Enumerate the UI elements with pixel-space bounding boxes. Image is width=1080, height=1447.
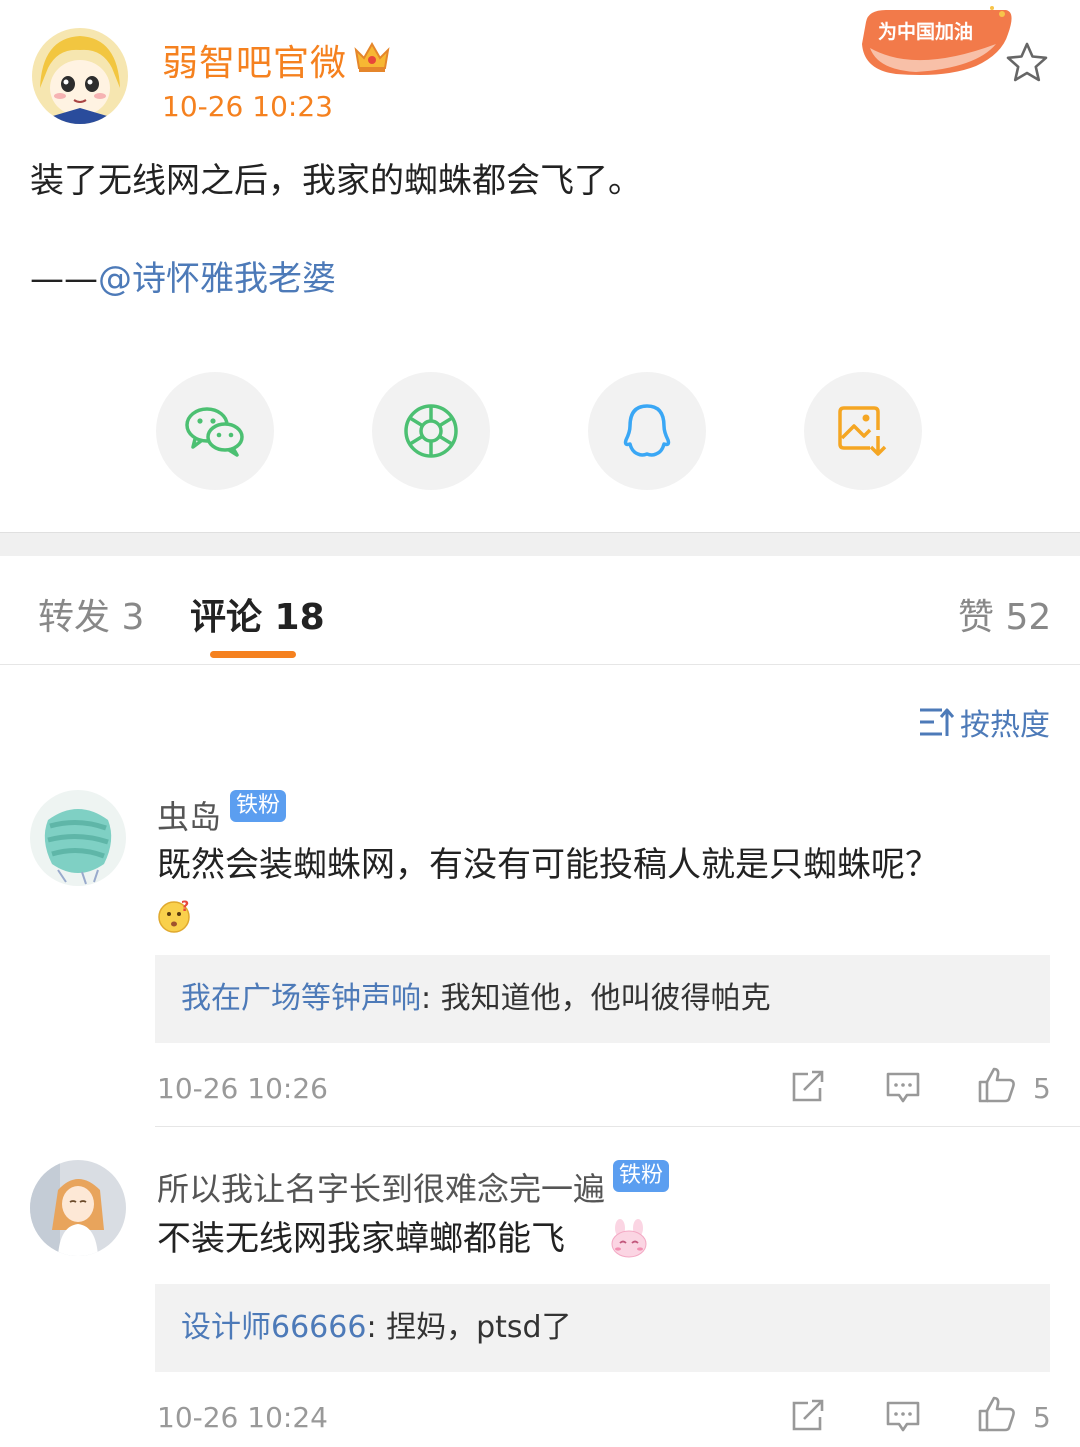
commenter-avatar[interactable] [30,1160,126,1256]
tab-repost[interactable]: 转发 3 [38,588,144,640]
share-moments-button[interactable] [372,372,490,490]
bunny-emoji [608,1218,650,1262]
reply-comment-icon[interactable] [885,1400,921,1438]
share-comment-icon[interactable] [790,1399,826,1437]
share-comment-icon[interactable] [790,1070,826,1108]
sort-label: 按热度 [960,708,1050,743]
commenter-avatar[interactable] [30,790,126,886]
reply-user[interactable]: 我在广场等钟声响 [181,981,421,1016]
comment-time: 10-26 10:24 [157,1401,328,1434]
like-count: 5 [1033,1072,1051,1105]
post-attribution: ——@诗怀雅我老婆 [30,254,336,304]
comment-text: 不装无线网我家蟑螂都能飞 [157,1219,565,1259]
crown-icon [352,38,392,74]
section-divider [0,532,1080,556]
attribution-dash: —— [30,259,98,299]
commenter-name[interactable]: 虫岛 [157,792,221,838]
fan-badge: 铁粉 [613,1160,670,1192]
save-image-icon [838,406,887,456]
favorite-star-icon[interactable] [1004,40,1050,84]
mention-link[interactable]: @诗怀雅我老婆 [98,259,336,299]
share-wechat-button[interactable] [156,372,274,490]
sort-button[interactable]: 按热度 [918,700,1050,744]
svg-text:?: ? [181,899,189,915]
comment-time: 10-26 10:26 [157,1072,328,1105]
sort-icon [920,708,954,736]
thinking-emoji: ? [157,898,193,938]
author-avatar[interactable] [32,28,128,124]
promo-badge-text: 为中国加油 [878,20,973,43]
wechat-icon [185,407,244,457]
author-name[interactable]: 弱智吧官微 [162,34,347,86]
like-comment-icon[interactable] [977,1395,1017,1437]
share-qq-button[interactable] [588,372,706,490]
tab-likes[interactable]: 赞 52 [958,588,1051,640]
reply-comment-icon[interactable] [885,1071,921,1109]
post-text: 装了无线网之后，我家的蜘蛛都会飞了。 [30,161,642,201]
comment-divider [155,1126,1080,1127]
reply-text: : 捏妈，ptsd了 [366,1310,572,1345]
promo-badge[interactable]: 为中国加油 [856,4,1016,80]
post-header: 弱智吧官微 10-26 10:23 为中国加油 [0,0,1080,140]
moments-icon [404,404,458,458]
active-tab-indicator [210,651,296,658]
reply-user[interactable]: 设计师66666 [181,1310,366,1345]
comment-text: 既然会装蜘蛛网，有没有可能投稿人就是只蜘蛛呢？ [157,845,939,885]
tab-comments[interactable]: 评论 18 [190,588,325,640]
fan-badge: 铁粉 [230,790,287,822]
reply-preview[interactable]: 我在广场等钟声响: 我知道他，他叫彼得帕克 [155,955,1050,1043]
post-time: 10-26 10:23 [162,90,333,123]
like-comment-icon[interactable] [977,1066,1017,1108]
reply-text: : 我知道他，他叫彼得帕克 [421,981,771,1016]
qq-icon [623,404,671,457]
reply-preview[interactable]: 设计师66666: 捏妈，ptsd了 [155,1284,1050,1372]
like-count: 5 [1033,1401,1051,1434]
tabs-divider [0,664,1080,665]
commenter-name[interactable]: 所以我让名字长到很难念完一遍 [157,1164,605,1210]
save-image-button[interactable] [804,372,922,490]
